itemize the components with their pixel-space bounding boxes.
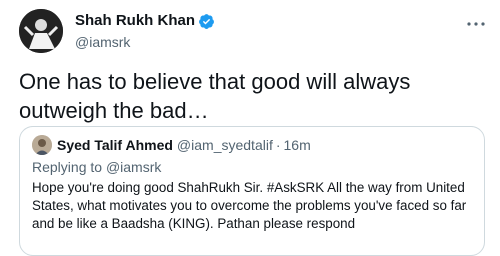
- verified-badge-icon: [198, 13, 215, 30]
- quoted-author-avatar: [32, 135, 52, 155]
- quoted-author-name: Syed Talif Ahmed: [57, 137, 173, 153]
- quoted-author-handle: @iam_syedtalif: [176, 137, 273, 153]
- avatar-photo: [19, 9, 63, 53]
- author-name-row: Shah Rukh Khan: [75, 11, 215, 31]
- quoted-tweet-header: Syed Talif Ahmed @iam_syedtalif · 16m: [32, 135, 311, 155]
- quoted-tweet-text: Hope you're doing good ShahRukh Sir. #As…: [32, 180, 467, 231]
- more-horizontal-icon: [467, 22, 485, 26]
- author-handle[interactable]: @iamsrk: [75, 33, 130, 51]
- replying-to-prefix: Replying to: [32, 159, 106, 175]
- author-display-name[interactable]: Shah Rukh Khan: [75, 11, 195, 31]
- quoted-tweet-card[interactable]: Syed Talif Ahmed @iam_syedtalif · 16m Re…: [19, 126, 485, 256]
- author-avatar[interactable]: [19, 9, 63, 53]
- more-options-button[interactable]: [465, 13, 487, 35]
- replying-to-line: Replying to @iamsrk: [32, 159, 161, 175]
- quoted-tweet-timestamp: 16m: [283, 137, 311, 153]
- replying-to-mention[interactable]: @iamsrk: [106, 159, 161, 175]
- tweet-header: Shah Rukh Khan @iamsrk: [19, 9, 489, 57]
- separator-dot: ·: [275, 137, 281, 153]
- tweet-text: One has to believe that good will always…: [19, 69, 411, 123]
